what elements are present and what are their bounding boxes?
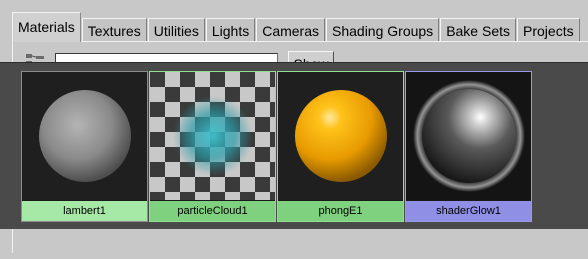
particlecloud1-thumbnail: [150, 72, 275, 200]
tab-cameras[interactable]: Cameras: [256, 18, 325, 42]
hypershade-window: Materials Textures Utilities Lights Came…: [0, 8, 588, 253]
swatch-particlecloud1[interactable]: particleCloud1: [149, 71, 276, 222]
swatch-shaderglow1[interactable]: shaderGlow1: [405, 71, 532, 222]
tab-bake-sets[interactable]: Bake Sets: [440, 18, 517, 42]
swatch-label: lambert1: [22, 201, 147, 221]
tab-lights[interactable]: Lights: [205, 18, 256, 42]
swatch-lambert1[interactable]: lambert1: [21, 71, 148, 222]
tab-materials[interactable]: Materials: [12, 12, 81, 42]
swatch-phonge1[interactable]: phongE1: [277, 71, 404, 222]
phonge1-thumbnail: [278, 72, 403, 200]
swatch-grid: lambert1 particleCloud1 phongE1 shaderGl…: [21, 71, 533, 222]
lambert1-thumbnail: [22, 72, 147, 200]
swatch-label: shaderGlow1: [406, 201, 531, 221]
shaderglow1-thumbnail: [406, 72, 531, 200]
tab-projects[interactable]: Projects: [517, 18, 580, 42]
tab-utilities[interactable]: Utilities: [147, 18, 205, 42]
tab-bar: Materials Textures Utilities Lights Came…: [12, 8, 588, 42]
swatch-label: phongE1: [278, 201, 403, 221]
swatch-area: lambert1 particleCloud1 phongE1 shaderGl…: [0, 62, 588, 229]
tab-shading-groups[interactable]: Shading Groups: [326, 18, 440, 42]
swatch-label: particleCloud1: [150, 201, 275, 221]
tab-textures[interactable]: Textures: [81, 18, 147, 42]
